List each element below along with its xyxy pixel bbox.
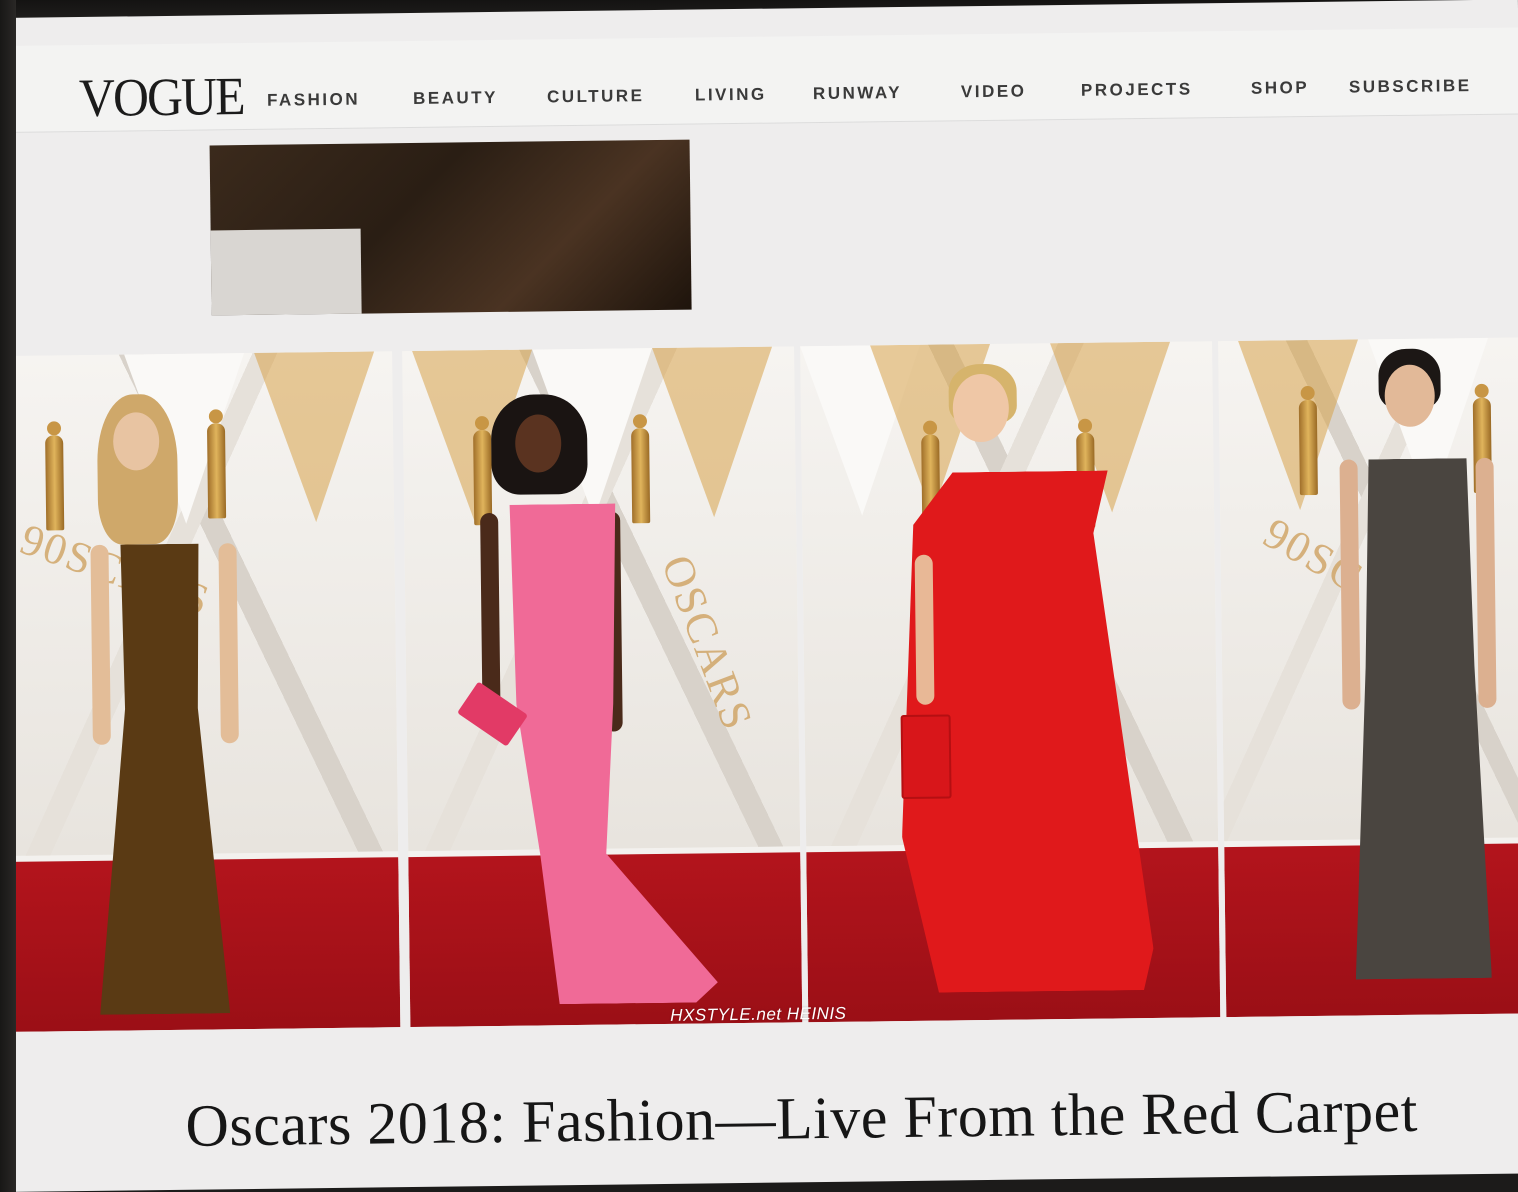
nav-culture[interactable]: CULTURE (547, 86, 645, 107)
backdrop-triangle (652, 346, 775, 519)
gallery-photo-1[interactable]: 90SCARS (4, 351, 401, 1032)
gallery-photo-3[interactable] (800, 341, 1221, 1023)
nav-beauty[interactable]: BEAUTY (413, 88, 498, 109)
nav-video[interactable]: VIDEO (961, 81, 1027, 102)
clutch (900, 714, 952, 800)
oscar-statue (631, 428, 651, 524)
nav-living[interactable]: LIVING (695, 85, 767, 106)
gallery-photo-4[interactable]: 90SC (1218, 337, 1518, 1018)
nav-fashion[interactable]: FASHION (267, 90, 360, 111)
photo-watermark: HXSTYLE.net HEINIS (670, 1003, 847, 1025)
nav-runway[interactable]: RUNWAY (813, 83, 902, 104)
oscar-statue (45, 435, 65, 531)
browser-viewport: VOGUE FASHION BEAUTY CULTURE LIVING RUNW… (0, 0, 1518, 1192)
nav-projects[interactable]: PROJECTS (1081, 79, 1193, 100)
site-header: VOGUE FASHION BEAUTY CULTURE LIVING RUNW… (0, 27, 1518, 133)
oscar-statue (473, 430, 493, 526)
article-headline[interactable]: Oscars 2018: Fashion—Live From the Red C… (185, 1077, 1418, 1161)
vogue-logo[interactable]: VOGUE (79, 65, 244, 129)
gallery-photo-2[interactable]: OSCARS (402, 346, 803, 1028)
hero-image-detail (210, 228, 362, 316)
oscar-statue (1298, 399, 1318, 496)
nav-subscribe[interactable]: SUBSCRIBE (1349, 76, 1472, 97)
monitor-bezel-left (0, 0, 16, 1192)
backdrop-triangle (254, 351, 377, 523)
red-carpet-gallery: 90SCARS OSCARS 90SC (4, 337, 1518, 1045)
nav-shop[interactable]: SHOP (1251, 78, 1309, 99)
oscar-statue (206, 423, 227, 519)
hero-image[interactable] (209, 139, 692, 316)
